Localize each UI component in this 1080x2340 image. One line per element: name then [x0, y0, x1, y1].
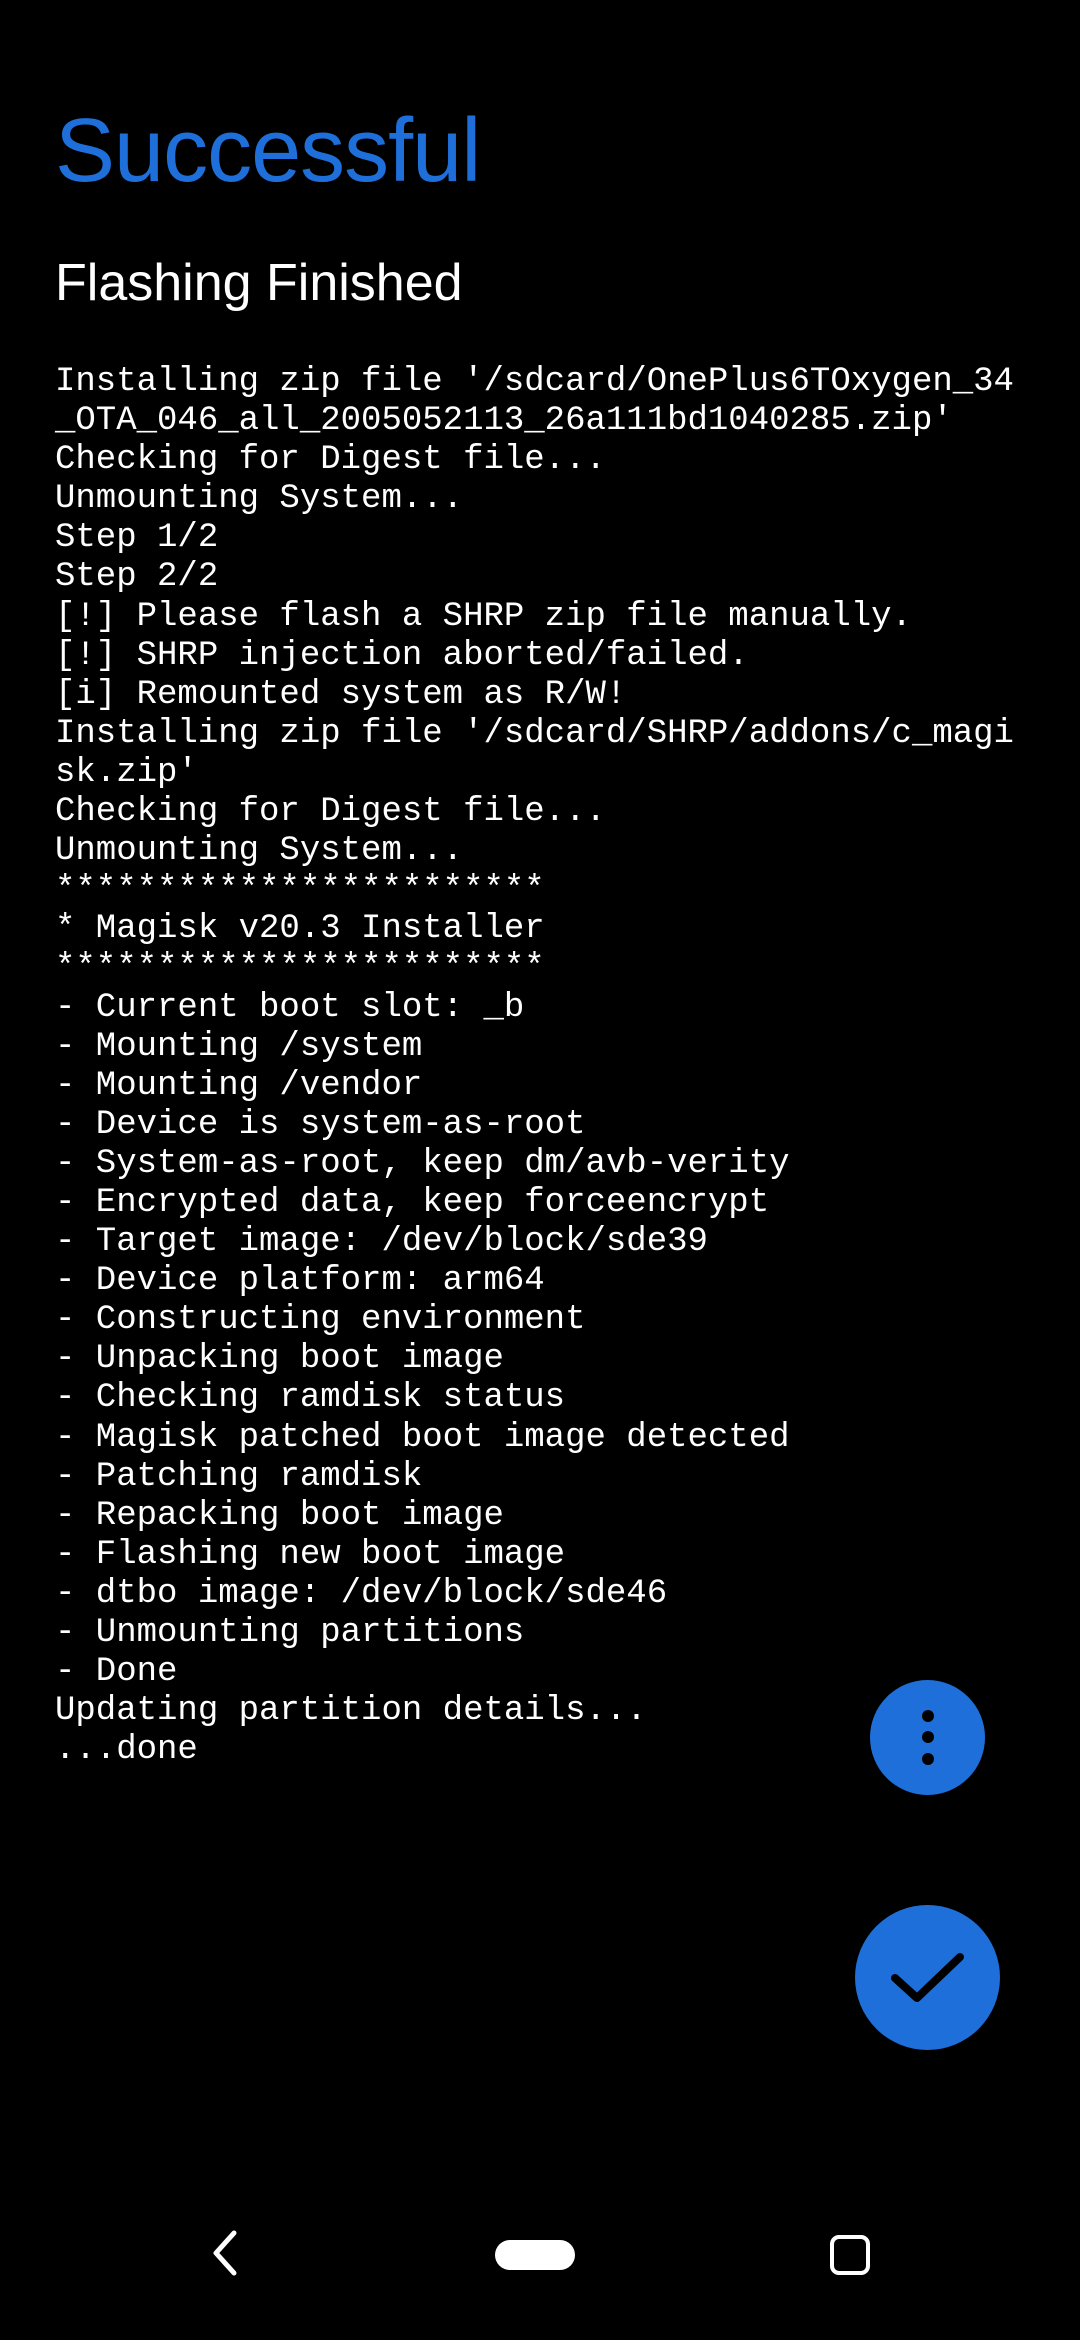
- terminal-output[interactable]: Installing zip file '/sdcard/OnePlus6TOx…: [55, 363, 1025, 1770]
- back-button[interactable]: [210, 2229, 240, 2282]
- recent-apps-button[interactable]: [830, 2235, 870, 2275]
- page-subtitle: Flashing Finished: [55, 253, 1025, 313]
- check-icon: [890, 1950, 965, 2006]
- page-title: Successful: [55, 100, 1025, 203]
- confirm-button[interactable]: [855, 1905, 1000, 2050]
- more-vert-icon: [922, 1710, 934, 1765]
- more-options-button[interactable]: [870, 1680, 985, 1795]
- chevron-left-icon: [210, 2229, 240, 2277]
- home-button[interactable]: [495, 2240, 575, 2270]
